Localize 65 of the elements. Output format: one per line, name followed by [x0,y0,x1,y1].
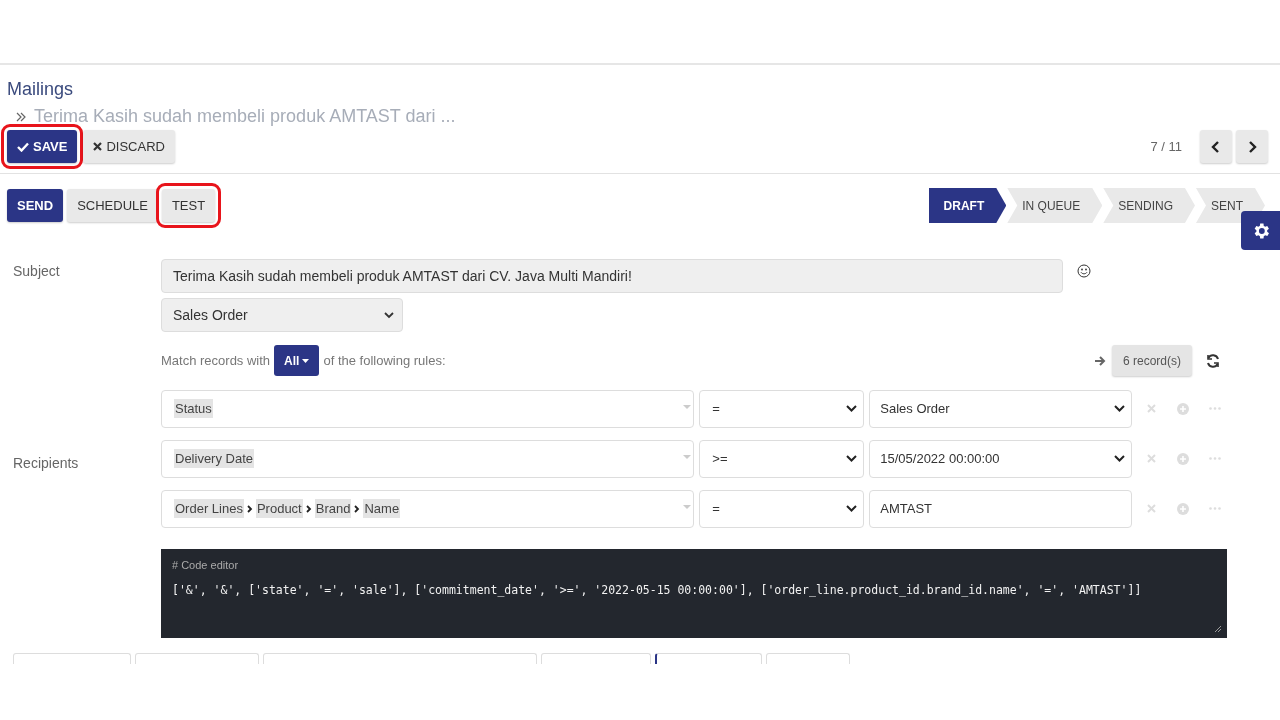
status-step[interactable]: DRAFT [928,188,1007,223]
path-segment: Product [255,499,303,518]
path-segment: Brand [314,499,352,518]
emoji-icon[interactable] [1077,264,1091,278]
operator-select[interactable]: = [699,489,865,528]
close-icon [93,142,103,151]
resize-handle-icon[interactable] [1214,625,1221,632]
field-path-select[interactable]: Order Lines Product Brand Name [161,489,695,528]
value-field[interactable]: AMTAST [869,489,1132,528]
field-path-select[interactable]: Status [161,389,695,428]
value-select[interactable]: Sales Order [869,389,1132,428]
refresh-icon[interactable] [1206,353,1220,368]
match-mode-dropdown[interactable]: All [274,345,320,376]
record-title: Terima Kasih sudah membeli produk AMTAST dari ... [34,106,456,127]
chevron-right-icon [305,504,312,513]
field-label: Subject [13,262,61,281]
match-text: of the following rules: [323,353,446,368]
breadcrumb-link[interactable]: Mailings [7,79,1268,100]
code-editor[interactable]: # Code editor ['&', '&', ['state', '=', 'sale'], ['commitment_date', '>=', '2022-05-15 00:00:00'], ['order_line.product_id.brand_id.name', '=', 'AMTAST']] [161,549,1227,638]
previous-button[interactable] [1200,130,1232,163]
chevron-down-icon [1113,455,1125,462]
operator-select[interactable]: = [699,389,865,428]
next-button[interactable] [1236,130,1268,163]
tab[interactable] [766,653,850,664]
field-label: Recipients [13,454,80,471]
record-count-button[interactable]: 6 record(s) [1112,345,1192,376]
chevron-down-icon [846,505,858,512]
caret-icon [683,404,692,409]
settings-button[interactable] [1241,211,1280,250]
field-path-select[interactable]: Delivery Date [161,439,695,478]
chevron-right-icon [1247,140,1257,153]
code-editor-label: # Code editor [172,559,240,571]
chevron-down-icon [1113,405,1125,412]
chevron-down-icon [384,311,394,319]
operator-select[interactable]: >= [699,439,865,478]
chevron-right-icon [246,504,253,513]
header-button[interactable]: SEND [7,189,64,222]
caret-icon [683,504,692,509]
chevron-left-icon [1211,140,1221,153]
tab[interactable] [13,653,131,664]
chevron-right-icon [354,504,361,513]
path-segment: Name [363,499,401,518]
check-icon [17,141,29,152]
path-segment: Order Lines [174,499,244,518]
action-button[interactable]: DISCARD [83,130,175,163]
chevron-down-icon [846,455,858,462]
header-button[interactable]: SCHEDULE [67,189,158,222]
code-text: ['&', '&', ['state', '=', 'sale'], ['commitment_date', '>=', '2022-05-15 00:00:00'], ['order_line.product_id.brand_id.name', '=', 'AMTAST']] [172,583,1143,597]
tab[interactable] [263,653,537,664]
tab[interactable] [541,653,651,664]
status-step[interactable]: SENDING [1103,188,1195,223]
subject-field[interactable]: Terima Kasih sudah membeli produk AMTAST dari CV. Java Multi Mandiri! [161,259,1063,293]
tab[interactable] [135,653,259,664]
path-segment: Delivery Date [174,449,255,468]
tab[interactable] [655,653,762,664]
chevron-down-icon [846,405,858,412]
pager-value: 7 / 11 [1150,139,1182,154]
model-select[interactable]: Sales Order [161,298,403,332]
status-step[interactable]: IN QUEUE [1007,188,1103,223]
caret-icon [302,358,310,363]
match-text: Match records with [161,353,271,368]
caret-icon [683,454,692,459]
arrow-right-icon [1094,354,1106,367]
path-segment: Status [174,399,213,418]
value-select[interactable]: 15/05/2022 00:00:00 [869,439,1132,478]
